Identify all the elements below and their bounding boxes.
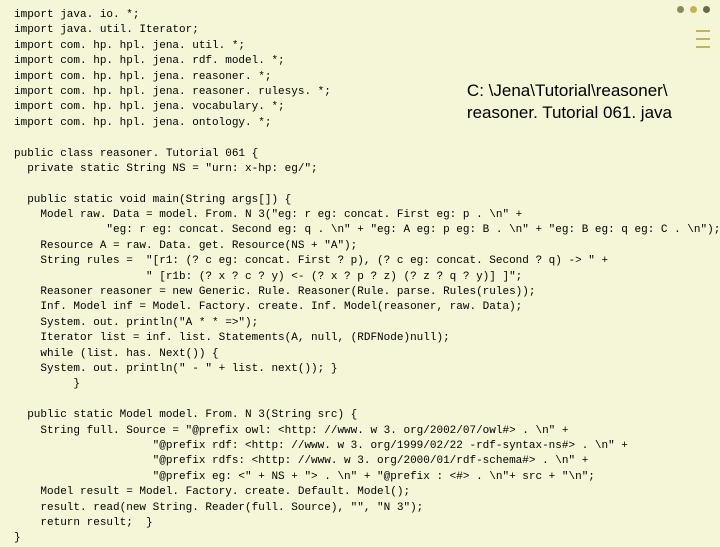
file-path-label: C: \Jena\Tutorial\reasoner\ reasoner. Tu… bbox=[467, 80, 672, 124]
file-path-line2: reasoner. Tutorial 061. java bbox=[467, 102, 672, 124]
file-path-line1: C: \Jena\Tutorial\reasoner\ bbox=[467, 80, 672, 102]
